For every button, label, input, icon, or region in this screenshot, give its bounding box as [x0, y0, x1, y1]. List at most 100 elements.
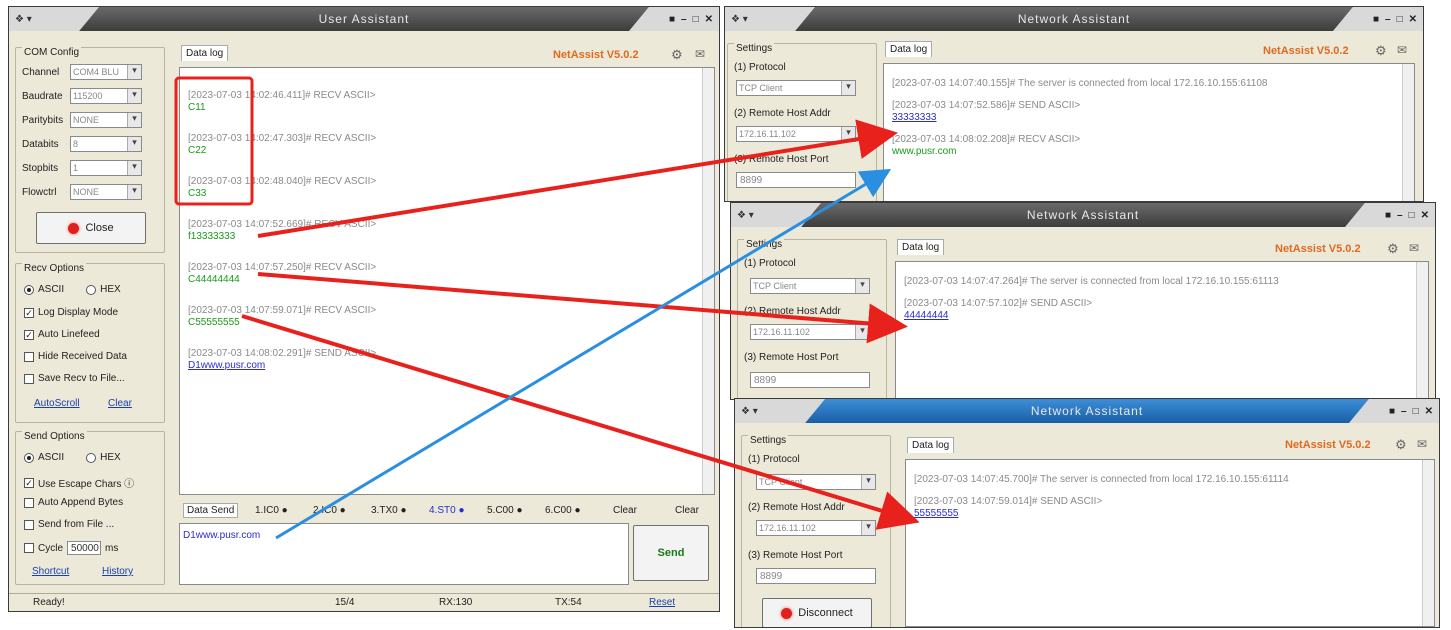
clear-send-button[interactable]: Clear: [613, 505, 637, 516]
close-icon[interactable]: ✕: [705, 14, 713, 25]
receive-log-panel: [2023-07-03 14:07:40.155]# The server is…: [883, 63, 1415, 201]
pin-icon[interactable]: ■: [1389, 406, 1395, 417]
protocol-select[interactable]: TCP Client: [756, 474, 876, 490]
preset-slot-3[interactable]: 3.TX0 ●: [371, 505, 407, 516]
baudrate-select[interactable]: 115200: [70, 88, 142, 104]
recv-ascii-radio[interactable]: ASCII HEX: [24, 284, 121, 295]
brand-label: NetAssist V5.0.2: [1285, 439, 1371, 451]
window-controls: ■ – □ ✕: [1349, 399, 1439, 423]
history-link[interactable]: History: [102, 566, 133, 577]
auto-linefeed-checkbox[interactable]: ✓ Auto Linefeed: [24, 329, 100, 340]
log-entry-data: C33: [188, 188, 207, 199]
settings-gear-icon[interactable]: ⚙: [1395, 437, 1407, 453]
minimize-icon[interactable]: –: [1397, 210, 1403, 221]
help-icon[interactable]: ✉: [1409, 241, 1419, 255]
help-icon[interactable]: ✉: [1397, 43, 1407, 57]
preset-slot-5[interactable]: 5.C00 ●: [487, 505, 523, 516]
log-scrollbar[interactable]: [1422, 460, 1434, 626]
autoscroll-link[interactable]: AutoScroll: [34, 398, 80, 409]
cycle-interval-input[interactable]: 50000: [67, 541, 102, 555]
disconnect-button[interactable]: Disconnect: [762, 598, 872, 627]
minimize-icon[interactable]: –: [1401, 406, 1407, 417]
maximize-icon[interactable]: □: [1409, 210, 1415, 221]
title-bar[interactable]: ❖ ▾ Network Assistant ■ – □ ✕: [731, 203, 1435, 227]
log-entry-header: [2023-07-03 14:07:52.586]# SEND ASCII>: [892, 100, 1081, 111]
paritybits-select[interactable]: NONE: [70, 112, 142, 128]
maximize-icon[interactable]: □: [1413, 406, 1419, 417]
log-entry-data: 55555555: [914, 508, 959, 519]
databits-select[interactable]: 8: [70, 136, 142, 152]
reset-counter-link[interactable]: Reset: [649, 597, 675, 608]
data-send-tab[interactable]: Data Send: [183, 503, 239, 518]
close-icon[interactable]: ✕: [1409, 14, 1417, 25]
title-bar[interactable]: ❖ ▾ Network Assistant ■ – □ ✕: [735, 399, 1439, 423]
data-log-tab[interactable]: Data log: [885, 41, 933, 57]
recv-clear-link[interactable]: Clear: [108, 398, 132, 409]
log-entry-data: C22: [188, 145, 207, 156]
help-icon[interactable]: ✉: [1417, 437, 1427, 451]
data-log-tab[interactable]: Data log: [181, 45, 229, 61]
shortcut-link[interactable]: Shortcut: [32, 566, 69, 577]
pin-icon[interactable]: ■: [1385, 210, 1391, 221]
status-ready: Ready!: [33, 597, 65, 608]
status-rx: RX:130: [439, 597, 473, 608]
send-text-area[interactable]: D1www.pusr.com: [179, 523, 629, 585]
minimize-icon[interactable]: –: [1385, 14, 1391, 25]
protocol-select[interactable]: TCP Client: [750, 278, 870, 294]
title-bar[interactable]: ❖ ▾ User Assistant ■ – □ ✕: [9, 7, 719, 31]
paritybits-label: Paritybits: [22, 114, 64, 126]
send-hex-radio[interactable]: [86, 452, 97, 463]
settings-gear-icon[interactable]: ⚙: [671, 47, 683, 63]
flowctrl-select[interactable]: NONE: [70, 184, 142, 200]
remote-port-input[interactable]: 8899: [756, 568, 876, 584]
cycle-checkbox[interactable]: Cycle 50000 ms: [24, 541, 118, 555]
recv-hex-radio[interactable]: [86, 284, 97, 295]
clear-all-button[interactable]: Clear: [675, 505, 699, 516]
brand-label: NetAssist V5.0.2: [1263, 45, 1349, 57]
preset-slot-1[interactable]: 1.IC0 ●: [255, 505, 288, 516]
channel-select[interactable]: COM4 BLU: [70, 64, 142, 80]
settings-gear-icon[interactable]: ⚙: [1375, 43, 1387, 59]
close-icon[interactable]: ✕: [1425, 406, 1433, 417]
data-log-tab[interactable]: Data log: [897, 239, 945, 255]
close-icon[interactable]: ✕: [1421, 210, 1429, 221]
preset-slot-4[interactable]: 4.ST0 ●: [429, 505, 465, 516]
log-scrollbar[interactable]: [1416, 262, 1428, 399]
help-icon[interactable]: ✉: [695, 47, 705, 61]
remote-port-input[interactable]: 8899: [736, 172, 856, 188]
settings-gear-icon[interactable]: ⚙: [1387, 241, 1399, 257]
preset-slot-6[interactable]: 6.C00 ●: [545, 505, 581, 516]
remote-addr-select[interactable]: 172.16.11.102: [736, 126, 856, 142]
send-from-file-checkbox[interactable]: Send from File ...: [24, 519, 114, 530]
minimize-icon[interactable]: –: [681, 14, 687, 25]
remote-port-input[interactable]: 8899: [750, 372, 870, 388]
maximize-icon[interactable]: □: [693, 14, 699, 25]
data-log-tab[interactable]: Data log: [907, 437, 955, 453]
save-recv-checkbox[interactable]: Save Recv to File...: [24, 373, 125, 384]
pin-icon[interactable]: ■: [1373, 14, 1379, 25]
settings-label: Settings: [734, 43, 775, 54]
auto-append-checkbox[interactable]: Auto Append Bytes: [24, 497, 123, 508]
hide-received-checkbox[interactable]: Hide Received Data: [24, 351, 127, 362]
stopbits-select[interactable]: 1: [70, 160, 142, 176]
preset-slot-2[interactable]: 2.IC0 ●: [313, 505, 346, 516]
close-port-button[interactable]: Close: [36, 212, 146, 244]
log-scrollbar[interactable]: [1402, 64, 1414, 201]
remote-addr-select[interactable]: 172.16.11.102: [750, 324, 870, 340]
escape-chars-checkbox[interactable]: ✓ Use Escape Chars ⓘ: [24, 475, 134, 490]
log-entry-data: C11: [188, 102, 206, 113]
brand-label: NetAssist V5.0.2: [1275, 243, 1361, 255]
log-entry-header: [2023-07-03 14:02:46.411]# RECV ASCII>: [188, 90, 376, 101]
flowctrl-label: Flowctrl: [22, 186, 57, 198]
log-scrollbar[interactable]: [702, 68, 714, 494]
remote-addr-label: (2) Remote Host Addr: [734, 108, 831, 119]
title-bar[interactable]: ❖ ▾ Network Assistant ■ – □ ✕: [725, 7, 1423, 31]
protocol-select[interactable]: TCP Client: [736, 80, 856, 96]
send-ascii-radio[interactable]: ASCII HEX: [24, 452, 121, 463]
remote-addr-select[interactable]: 172.16.11.102: [756, 520, 876, 536]
status-bar: Ready! 15/4 RX:130 TX:54 Reset: [9, 593, 719, 611]
maximize-icon[interactable]: □: [1397, 14, 1403, 25]
log-display-mode-checkbox[interactable]: ✓ Log Display Mode: [24, 307, 118, 318]
send-button[interactable]: Send: [633, 525, 709, 581]
pin-icon[interactable]: ■: [669, 14, 675, 25]
